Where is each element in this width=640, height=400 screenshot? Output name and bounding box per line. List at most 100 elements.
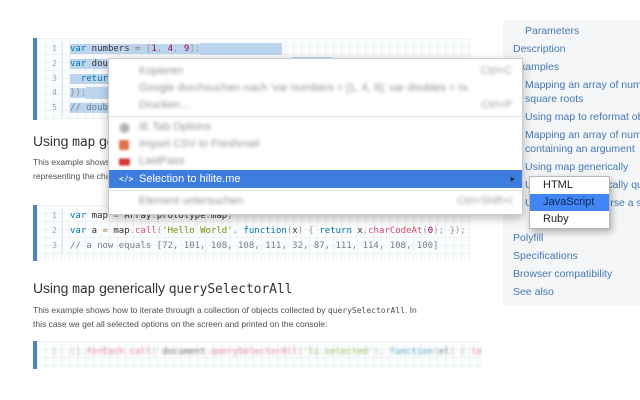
hilite-language-submenu: HTML JavaScript Ruby — [529, 176, 610, 229]
submenu-arrow-icon: ▸ — [510, 173, 515, 184]
menu-shortcut: Ctrl+Shift+I — [456, 195, 512, 207]
code-line: 1 var numbers = [1, 4, 9]; — [37, 42, 470, 57]
heading-segment: generically — [95, 280, 169, 296]
code-tokens: // a now equals [72, 101, 108, 108, 111,… — [70, 241, 438, 251]
menu-item-label: Element untersuchen — [139, 195, 243, 207]
paragraph-segment: this case we get all selected options on… — [33, 319, 328, 329]
menu-item-ie-tab-options[interactable]: IE Tab Options — [109, 119, 522, 136]
token: []. — [70, 347, 87, 357]
token: 'li.selected' — [303, 347, 374, 357]
menu-item-label: IE Tab Options — [139, 121, 211, 133]
token: forEach — [86, 347, 125, 357]
menu-item-label: LastPass — [139, 155, 185, 167]
line-number: 1 — [52, 44, 57, 53]
token: numbers — [86, 44, 136, 54]
code-tokens: [].forEach.call( document.querySelectorA… — [70, 347, 482, 357]
submenu-item-javascript[interactable]: JavaScript — [530, 194, 609, 211]
code-tokens: var a = map.call('Hello World', function… — [70, 226, 466, 236]
toc-link-square-roots: square roots — [525, 93, 584, 105]
line-number: 2 — [52, 225, 57, 235]
toc-link-examples[interactable]: Examples — [513, 58, 640, 76]
menu-item-import-csv-to-freshmail[interactable]: Import CSV to Freshmail — [109, 136, 522, 153]
lastpass-icon — [119, 158, 130, 165]
paragraph-line: this case we get all selected options on… — [33, 319, 327, 329]
token: function — [389, 347, 434, 357]
token: var — [70, 58, 87, 69]
toc-link-description[interactable]: Description — [513, 40, 640, 58]
toc-link-specifications[interactable]: Specifications — [513, 247, 640, 265]
token: el — [438, 347, 450, 357]
token: }); — [70, 88, 87, 99]
toc-link-mapping-an-array-of-numbers-us[interactable]: Mapping an array of numbers using a func… — [518, 126, 640, 144]
code-tokens: }); — [70, 88, 87, 99]
menu-item-google-durchsuchen-nach-[interactable]: Google durchsuchen nach 'var numbers = [… — [109, 80, 522, 97]
heading-segment: map — [72, 135, 96, 150]
token: map — [107, 225, 130, 236]
token: ); — [433, 225, 445, 236]
code-line: 1 [].forEach.call( document.querySelector… — [37, 345, 482, 360]
paragraph-segment: querySelectorAll — [327, 306, 405, 315]
menu-item-lastpass[interactable]: LastPass — [109, 153, 522, 170]
toc-link-using-map-generically[interactable]: Using map generically — [518, 158, 640, 176]
code-text: [].forEach.call( document.querySelectorA… — [62, 345, 482, 360]
menu-item-element-untersuchen[interactable]: Element untersuchen Ctrl+Shift+I — [109, 193, 522, 210]
toc-link-browser-compatibility[interactable]: Browser compatibility — [513, 265, 640, 283]
toc-link-parameters[interactable]: Parameters — [525, 22, 640, 40]
code-text: // a now equals [72, 101, 108, 108, 111,… — [62, 238, 438, 254]
line-number: 5 — [52, 103, 57, 113]
heading-segment: map — [72, 282, 96, 297]
menu-item-label: Google durchsuchen nach 'var numbers = [… — [139, 82, 469, 94]
heading-segment: querySelectorAll — [168, 282, 293, 297]
line-number: 1 — [52, 347, 57, 356]
heading-segment: Using — [33, 280, 73, 296]
token: ), — [373, 347, 390, 357]
token: 'Hello World' — [162, 225, 233, 236]
toc-sidebar: Parameters Description Examples Mapping an … — [503, 20, 640, 305]
paragraph-segment: . In — [404, 305, 417, 315]
line-number: 4 — [52, 88, 57, 98]
submenu-item-html[interactable]: HTML — [530, 177, 609, 194]
token: function — [243, 225, 287, 236]
token: ]; — [189, 44, 201, 54]
menu-shortcut: Ctrl+P — [481, 99, 512, 111]
code-line: 3 // a now equals [72, 101, 108, 108, 111… — [37, 238, 470, 254]
context-menu: Kopieren Ctrl+C Google durchsuchen nach 'v… — [108, 58, 523, 215]
toc-link-using-map-to-reformat-objects-[interactable]: Using map to reformat objects in an arra… — [518, 108, 640, 126]
token: call — [129, 347, 152, 357]
submenu-item-ruby[interactable]: Ruby — [530, 211, 609, 228]
toc-link-see-also[interactable]: See also — [513, 283, 640, 301]
line-number: 2 — [52, 58, 57, 68]
token: }); — [449, 225, 466, 236]
token: a — [86, 225, 103, 236]
menu-separator — [109, 116, 522, 117]
menu-shortcut: Ctrl+C — [480, 65, 512, 77]
toc-link-polyfill[interactable]: Polyfill — [513, 229, 640, 247]
toc-link-mapping-an-array-of-numbers-to[interactable]: Mapping an array of numbers to — [518, 76, 640, 94]
token: call — [135, 225, 157, 236]
token: querySelectorAll — [210, 347, 298, 357]
selection-extension — [200, 42, 283, 55]
token: var — [70, 225, 87, 236]
menu-item-label: Import CSV to Freshmail — [139, 138, 260, 150]
section-heading-queryselectorall: Using map generically querySelectorAll — [33, 280, 292, 297]
token: ( — [151, 347, 163, 357]
toc-link-containing-an-argument: containing an argument — [525, 143, 635, 155]
menu-item-selection-to-hilite-me[interactable]: </> Selection to hilite.me ▸ — [109, 170, 522, 188]
menu-item-drucken-[interactable]: Drucken… Ctrl+P — [109, 97, 522, 114]
menu-item-label: Kopieren — [139, 65, 184, 77]
token: return — [319, 225, 352, 236]
token: x — [351, 225, 363, 236]
code-line: 2 var a = map.call('Hello World', functio… — [37, 223, 470, 239]
paragraph-segment: This example shows how to iterate throug… — [33, 305, 328, 315]
menu-item-kopieren[interactable]: Kopieren Ctrl+C — [109, 63, 522, 80]
token: var — [70, 211, 87, 221]
paragraph-line: This example shows how to iterate throug… — [33, 305, 417, 315]
line-number: 3 — [52, 240, 57, 250]
code-icon: </> — [119, 174, 134, 184]
token: var — [70, 44, 87, 54]
token: log — [471, 347, 482, 357]
token: // a now equals [72, 101, 108, 108, 111,… — [70, 240, 439, 251]
gear-icon — [119, 122, 130, 133]
code-text: var a = map.call('Hello World', function… — [62, 223, 466, 239]
